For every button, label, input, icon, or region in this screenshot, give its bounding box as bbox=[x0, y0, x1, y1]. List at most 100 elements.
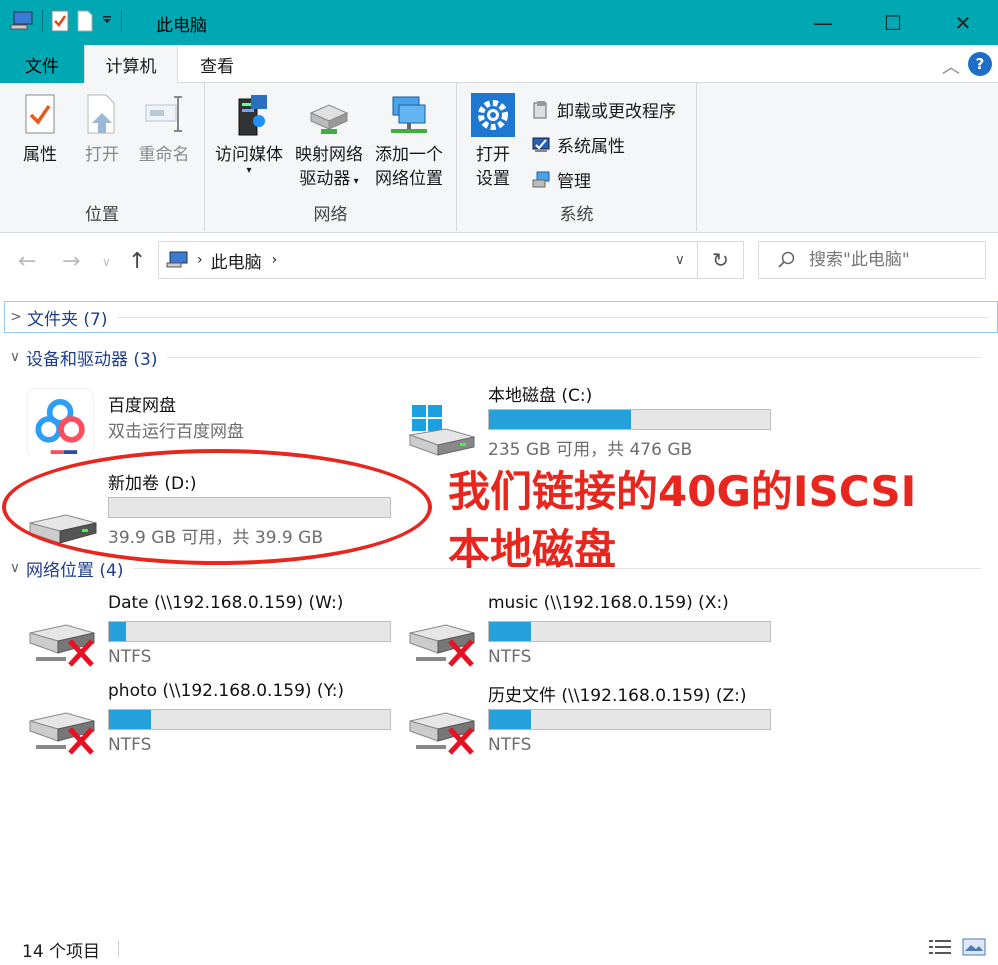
drive-filesystem: NTFS bbox=[108, 735, 152, 755]
forward-arrow-icon[interactable]: → bbox=[62, 249, 80, 274]
network-drive-w[interactable]: Date (\\192.168.0.159) (W:) NTFS bbox=[2, 591, 391, 677]
properties-quick-icon[interactable] bbox=[51, 10, 69, 32]
maximize-button[interactable]: ☐ bbox=[858, 0, 928, 45]
ribbon-group-location: 属性 打开 重命名 位置 bbox=[0, 83, 205, 231]
drive-name: 本地磁盘 (C:) bbox=[488, 386, 593, 406]
group-label-system: 系统 bbox=[559, 205, 594, 225]
search-box[interactable] bbox=[758, 241, 986, 279]
drive-d[interactable]: 新加卷 (D:) 39.9 GB 可用，共 39.9 GB bbox=[2, 467, 391, 553]
rename-icon bbox=[145, 96, 182, 132]
address-history-chevron-icon[interactable]: ∨ bbox=[675, 252, 685, 268]
manage-button[interactable]: 管理 bbox=[531, 167, 591, 192]
dropdown-arrow-icon: ▾ bbox=[350, 176, 359, 187]
tab-computer[interactable]: 计算机 bbox=[84, 45, 178, 84]
computer-icon bbox=[10, 11, 33, 30]
section-divider bbox=[117, 316, 989, 318]
chevron-down-icon: ∨ bbox=[9, 560, 21, 576]
tab-file[interactable]: 文件 bbox=[0, 45, 84, 83]
manage-icon bbox=[532, 171, 550, 187]
computer-icon bbox=[166, 251, 188, 268]
section-divider bbox=[133, 567, 982, 569]
title-bar: 此电脑 — ☐ ✕ bbox=[0, 0, 998, 45]
drive-usage-bar bbox=[108, 709, 391, 730]
drive-usage-bar bbox=[108, 621, 391, 642]
back-arrow-icon[interactable]: ← bbox=[18, 249, 36, 274]
drive-usage-bar bbox=[488, 709, 771, 730]
disconnected-network-drive-icon bbox=[29, 712, 95, 755]
drive-usage-bar bbox=[488, 409, 771, 430]
search-input[interactable] bbox=[809, 250, 979, 270]
item-count: 14 个项目 bbox=[22, 942, 101, 962]
open-settings-button[interactable]: 打开 设置 bbox=[465, 91, 521, 191]
dropdown-arrow-icon: ▾ bbox=[246, 165, 252, 176]
drive-usage-bar bbox=[108, 497, 391, 518]
breadcrumb-this-pc[interactable]: 此电脑 bbox=[211, 248, 262, 273]
minimize-button[interactable]: — bbox=[788, 0, 858, 45]
open-button[interactable]: 打开 bbox=[76, 91, 128, 167]
help-button[interactable]: ? bbox=[968, 52, 992, 76]
search-icon bbox=[778, 251, 795, 268]
device-name: 百度网盘 bbox=[108, 396, 176, 416]
chevron-down-icon[interactable] bbox=[101, 10, 113, 32]
ribbon-group-network: 访问媒体 ▾ 映射网络 驱动器 ▾ 添加一个 网络位置 网络 bbox=[205, 83, 457, 231]
large-icons-view-icon[interactable] bbox=[962, 937, 986, 957]
recent-locations-chevron-icon[interactable]: ∨ bbox=[102, 255, 111, 269]
collapse-ribbon-button[interactable]: ︿ bbox=[942, 53, 960, 79]
windows-drive-icon bbox=[408, 405, 475, 456]
details-view-icon[interactable] bbox=[928, 937, 952, 957]
network-drive-y[interactable]: photo (\\192.168.0.159) (Y:) NTFS bbox=[2, 679, 391, 765]
tab-view[interactable]: 查看 bbox=[180, 45, 254, 83]
breadcrumb-separator-icon[interactable]: › bbox=[272, 252, 278, 268]
chevron-down-icon: ∨ bbox=[9, 349, 21, 365]
open-icon bbox=[87, 94, 115, 134]
status-separator bbox=[118, 941, 119, 957]
section-folders[interactable]: > 文件夹 (7) bbox=[4, 301, 998, 333]
section-devices[interactable]: ∨ 设备和驱动器 (3) bbox=[4, 341, 990, 373]
media-server-icon bbox=[238, 95, 267, 136]
device-description: 双击运行百度网盘 bbox=[108, 422, 244, 442]
map-network-drive-button[interactable]: 映射网络 驱动器 ▾ bbox=[291, 91, 367, 194]
drive-c[interactable]: 本地磁盘 (C:) 235 GB 可用，共 476 GB bbox=[382, 379, 771, 465]
rename-button[interactable]: 重命名 bbox=[134, 91, 194, 167]
toolbar-separator bbox=[42, 10, 43, 32]
section-network-locations[interactable]: ∨ 网络位置 (4) bbox=[4, 552, 990, 584]
up-arrow-icon[interactable]: ↑ bbox=[128, 249, 146, 274]
new-folder-quick-icon[interactable] bbox=[77, 10, 93, 32]
access-media-button[interactable]: 访问媒体 ▾ bbox=[211, 91, 287, 176]
quick-access-toolbar bbox=[10, 10, 122, 32]
network-drive-x[interactable]: music (\\192.168.0.159) (X:) NTFS bbox=[382, 591, 771, 677]
drive-filesystem: NTFS bbox=[488, 735, 532, 755]
group-label-location: 位置 bbox=[85, 205, 119, 225]
toolbar-separator bbox=[121, 10, 122, 32]
ribbon: 属性 打开 重命名 位置 访问媒体 ▾ 映射网络 驱动器 ▾ 添加一个 网络位置… bbox=[0, 83, 998, 233]
system-properties-icon bbox=[532, 137, 550, 152]
network-drive-z[interactable]: 历史文件 (\\192.168.0.159) (Z:) NTFS bbox=[382, 679, 771, 765]
window-title: 此电脑 bbox=[156, 16, 207, 36]
drive-icon bbox=[29, 514, 97, 544]
address-bar[interactable]: › 此电脑 › ∨ bbox=[158, 241, 698, 279]
network-drive-icon bbox=[309, 104, 349, 134]
drive-name: music (\\192.168.0.159) (X:) bbox=[488, 593, 729, 613]
close-button[interactable]: ✕ bbox=[928, 0, 998, 45]
ribbon-group-system: 打开 设置 卸载或更改程序 系统属性 管理 系统 bbox=[457, 83, 697, 231]
refresh-icon[interactable]: ↻ bbox=[698, 241, 744, 279]
navigation-bar: ← → ∨ ↑ › 此电脑 › ∨ ↻ bbox=[0, 233, 998, 291]
properties-icon bbox=[25, 94, 55, 134]
drive-space-info: 235 GB 可用，共 476 GB bbox=[488, 440, 693, 460]
add-network-location-button[interactable]: 添加一个 网络位置 bbox=[369, 91, 449, 191]
baidu-netdisk-icon bbox=[26, 388, 94, 455]
chevron-right-icon: > bbox=[10, 309, 22, 325]
device-baidu-netdisk[interactable]: 百度网盘 双击运行百度网盘 bbox=[2, 387, 382, 473]
breadcrumb-separator-icon[interactable]: › bbox=[197, 252, 203, 268]
network-location-icon bbox=[391, 96, 427, 133]
system-properties-button[interactable]: 系统属性 bbox=[531, 132, 625, 157]
status-bar: 14 个项目 bbox=[0, 931, 998, 965]
disconnected-network-drive-icon bbox=[409, 712, 475, 755]
ribbon-tabs: 文件 计算机 查看 ︿ ? bbox=[0, 45, 998, 84]
drive-usage-bar bbox=[488, 621, 771, 642]
uninstall-program-button[interactable]: 卸载或更改程序 bbox=[531, 97, 676, 122]
drive-filesystem: NTFS bbox=[488, 647, 532, 667]
drive-name: photo (\\192.168.0.159) (Y:) bbox=[108, 681, 345, 701]
properties-button[interactable]: 属性 bbox=[14, 91, 66, 167]
disconnected-network-drive-icon bbox=[409, 624, 475, 667]
